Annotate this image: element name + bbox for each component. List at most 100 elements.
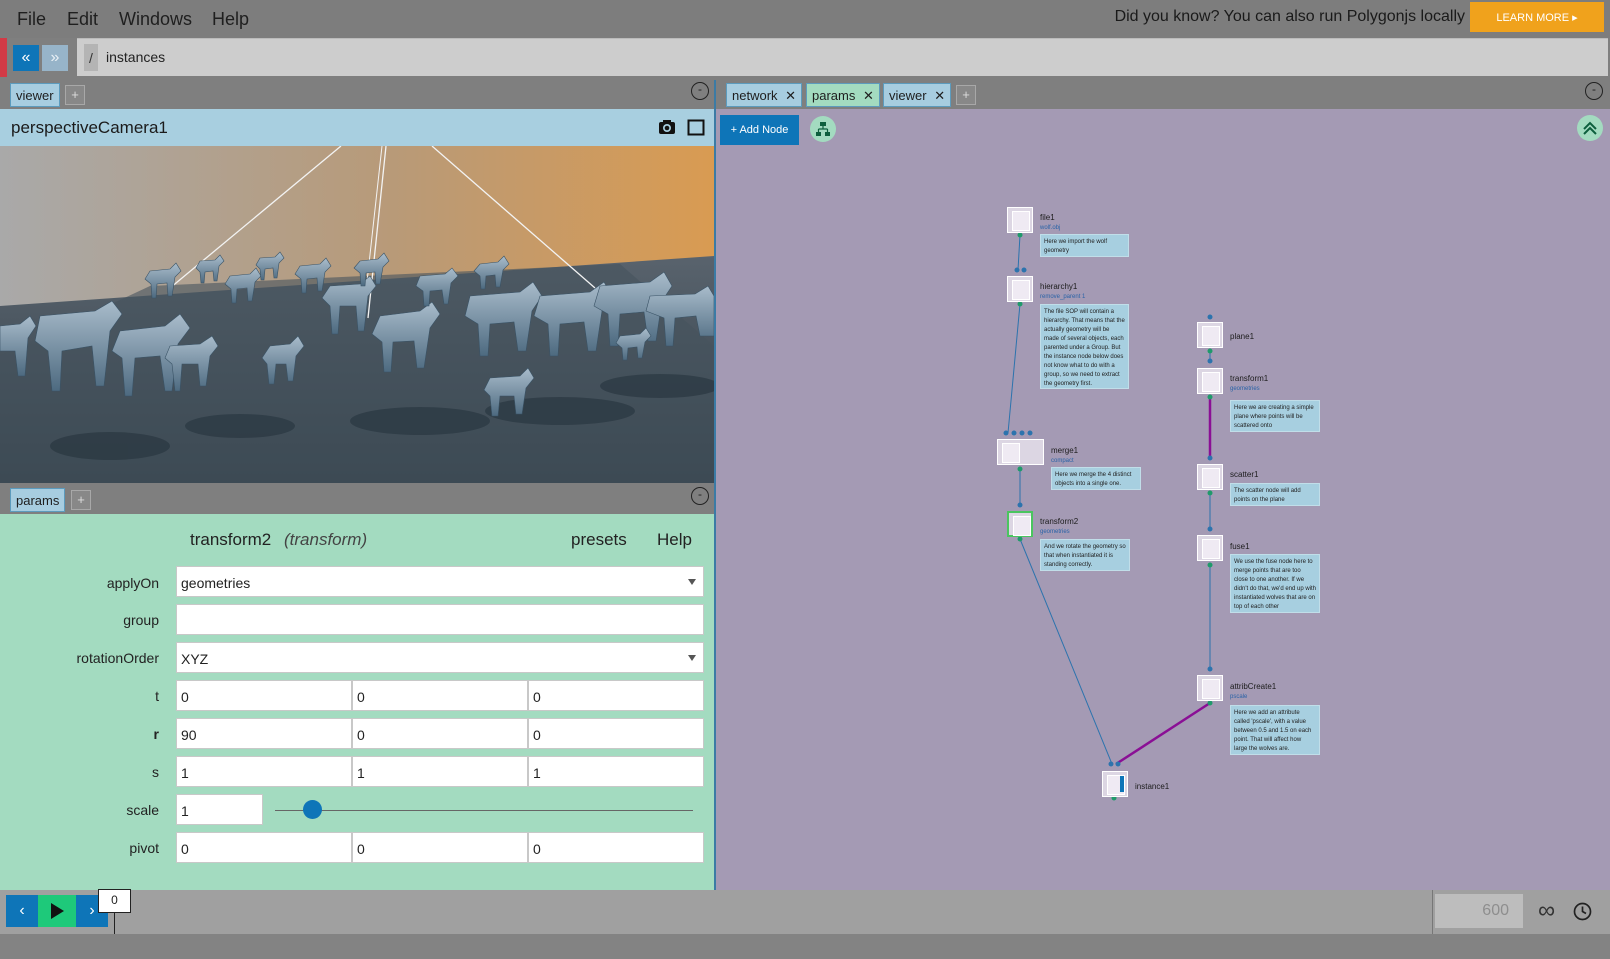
- s-x-field[interactable]: 1: [176, 756, 352, 787]
- camera-snapshot-icon[interactable]: [658, 119, 676, 135]
- node-attribcreate1[interactable]: [1197, 675, 1223, 701]
- tab-params-label: params: [812, 88, 856, 103]
- applyon-select[interactable]: geometries: [176, 566, 704, 597]
- t-x-field[interactable]: 0: [176, 680, 352, 711]
- timeline-track[interactable]: 0: [98, 889, 1432, 934]
- node-file1[interactable]: [1007, 207, 1033, 233]
- status-bar: [0, 934, 1610, 959]
- add-tab-button[interactable]: +: [65, 85, 85, 105]
- previous-frame-button[interactable]: ‹: [6, 895, 38, 927]
- help-button[interactable]: Help: [657, 530, 692, 550]
- group-field[interactable]: [176, 604, 704, 635]
- timeline-divider: [1432, 890, 1433, 934]
- node-note: Here we merge the 4 distinct objects int…: [1051, 467, 1141, 490]
- node-transform2[interactable]: [1007, 511, 1033, 537]
- network-editor[interactable]: + Add Node file1 wolf.obj Here we import…: [716, 109, 1610, 890]
- camera-name: perspectiveCamera1: [11, 118, 168, 137]
- param-label-scale: scale: [126, 802, 159, 818]
- close-icon[interactable]: ✕: [863, 88, 874, 103]
- node-note: The scatter node will add points on the …: [1230, 483, 1320, 506]
- menu-file[interactable]: File: [17, 9, 46, 30]
- params-tabstrip: params + -: [0, 483, 714, 514]
- frame-cursor: [114, 913, 115, 934]
- pivot-y-field[interactable]: 0: [352, 832, 528, 863]
- chevron-down-icon: [688, 655, 696, 661]
- scale-slider-track[interactable]: [275, 810, 693, 811]
- s-y-field[interactable]: 1: [352, 756, 528, 787]
- s-z-field[interactable]: 1: [528, 756, 704, 787]
- collapse-panel-button[interactable]: -: [691, 82, 709, 100]
- node-note: Here we are creating a simple plane wher…: [1230, 400, 1320, 432]
- scale-field[interactable]: 1: [176, 794, 263, 825]
- fullscreen-icon[interactable]: [687, 119, 705, 136]
- menu-help[interactable]: Help: [212, 9, 249, 30]
- node-name: scatter1: [1230, 470, 1259, 479]
- rotationorder-select[interactable]: XYZ: [176, 642, 704, 673]
- tab-viewer[interactable]: viewer: [10, 83, 60, 107]
- r-y-field[interactable]: 0: [352, 718, 528, 749]
- scale-slider-handle[interactable]: [303, 800, 323, 819]
- node-name: instance1: [1135, 782, 1170, 791]
- param-label-s: s: [152, 764, 159, 780]
- play-icon: [51, 903, 64, 919]
- path-root-button[interactable]: /: [84, 44, 98, 71]
- node-name: transform1: [1230, 374, 1269, 383]
- node-note: Here we import the wolf geometry: [1040, 234, 1129, 257]
- node-merge1[interactable]: [997, 439, 1044, 465]
- scene-render: [0, 146, 714, 484]
- node-name: fuse1: [1230, 542, 1250, 551]
- node-connections: [1003, 232, 1213, 801]
- pivot-x-field[interactable]: 0: [176, 832, 352, 863]
- close-icon[interactable]: ✕: [785, 88, 796, 103]
- tab-viewer[interactable]: viewer ✕: [883, 83, 952, 107]
- t-y-field[interactable]: 0: [352, 680, 528, 711]
- tab-network[interactable]: network ✕: [726, 83, 803, 107]
- r-z-field[interactable]: 0: [528, 718, 704, 749]
- end-frame-field[interactable]: 600: [1435, 894, 1523, 928]
- collapse-panel-button[interactable]: -: [691, 487, 709, 505]
- node-plane1[interactable]: [1197, 322, 1223, 348]
- navigate-forward-icon[interactable]: »: [42, 45, 68, 71]
- node-name: attribCreate1: [1230, 682, 1277, 691]
- node-name: file1: [1040, 213, 1055, 222]
- timeline-bar: ‹ › 0 600 ∞: [0, 889, 1610, 934]
- collapse-panel-button[interactable]: -: [1585, 82, 1603, 100]
- node-name: plane1: [1230, 332, 1255, 341]
- param-label-rotationorder: rotationOrder: [76, 650, 159, 666]
- close-icon[interactable]: ✕: [934, 88, 945, 103]
- node-instance1[interactable]: [1102, 771, 1128, 797]
- path-field[interactable]: / instances: [77, 38, 1608, 76]
- add-tab-button[interactable]: +: [71, 490, 91, 510]
- current-frame-marker[interactable]: 0: [98, 889, 131, 913]
- tab-params[interactable]: params: [10, 488, 66, 512]
- navigate-back-icon[interactable]: «: [13, 45, 39, 71]
- loop-icon[interactable]: ∞: [1538, 897, 1555, 925]
- add-tab-button[interactable]: +: [956, 85, 976, 105]
- pivot-z-field[interactable]: 0: [528, 832, 704, 863]
- node-hierarchy1[interactable]: [1007, 276, 1033, 302]
- chevron-down-icon: [688, 579, 696, 585]
- params-node-title: transform2 (transform): [190, 530, 367, 550]
- learn-more-button[interactable]: LEARN MORE ▸: [1470, 2, 1604, 32]
- node-fuse1[interactable]: [1197, 535, 1223, 561]
- node-name: hierarchy1: [1040, 282, 1078, 291]
- r-x-field[interactable]: 90: [176, 718, 352, 749]
- viewer-tabstrip: viewer + -: [0, 78, 714, 109]
- promo-text: Did you know? You can also run Polygonjs…: [1114, 8, 1465, 25]
- display-flag[interactable]: [1120, 776, 1124, 792]
- node-note: The file SOP will contain a hierarchy. T…: [1040, 304, 1129, 389]
- tab-params[interactable]: params ✕: [806, 83, 880, 107]
- presets-button[interactable]: presets: [571, 530, 627, 550]
- node-scatter1[interactable]: [1197, 464, 1223, 490]
- menu-bar: File Edit Windows Help Did you know? You…: [0, 0, 1610, 38]
- clock-icon[interactable]: [1573, 902, 1592, 921]
- param-label-applyon: applyOn: [106, 575, 159, 591]
- menu-windows[interactable]: Windows: [119, 9, 192, 30]
- menu-edit[interactable]: Edit: [67, 9, 98, 30]
- node-sub: remove_parent 1: [1040, 294, 1086, 300]
- play-button[interactable]: [38, 895, 76, 927]
- 3d-viewport[interactable]: [0, 146, 714, 484]
- node-transform1[interactable]: [1197, 368, 1223, 394]
- path-text: instances: [106, 49, 166, 65]
- t-z-field[interactable]: 0: [528, 680, 704, 711]
